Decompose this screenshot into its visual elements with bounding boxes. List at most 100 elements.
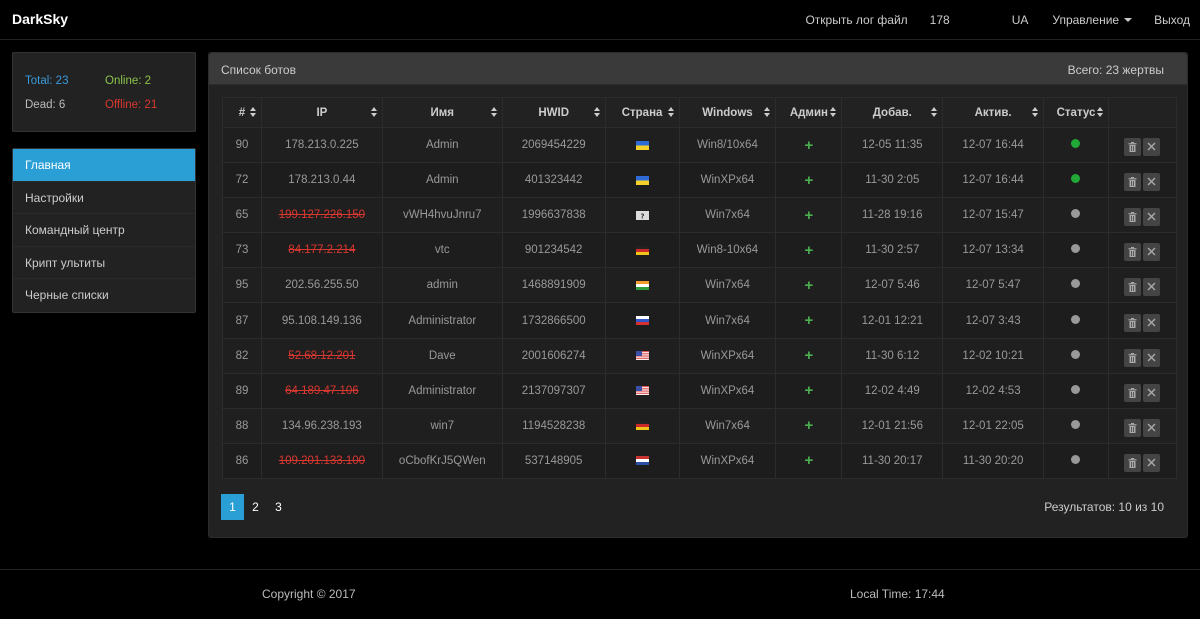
bot-hwid: 2137097307 [501,372,606,409]
sidebar-item-settings[interactable]: Настройки [13,182,195,215]
delete-button[interactable] [1124,208,1142,227]
delete-button[interactable] [1124,383,1142,402]
bot-id: 73 [222,232,262,269]
delete-button[interactable] [1124,173,1142,192]
remove-button[interactable] [1143,138,1161,157]
bot-actions [1107,302,1178,339]
table-row[interactable]: 95 202.56.255.50 admin 1468891909 Win7x64 +12… [222,267,1178,304]
column-header[interactable]: Актив. [942,97,1045,128]
bot-windows: WinXPx64 [678,372,777,409]
bot-actions [1107,162,1178,199]
logout-link[interactable]: Выход [1154,13,1190,27]
delete-button[interactable] [1124,138,1142,157]
bot-hwid: 901234542 [501,232,606,269]
sidebar-item-crypt-utilities[interactable]: Крипт ультиты [13,247,195,280]
bot-actions [1107,372,1178,409]
page-3-button[interactable]: 3 [267,494,290,520]
delete-button[interactable] [1124,313,1142,332]
column-header[interactable]: HWID [501,97,606,128]
remove-button[interactable] [1143,348,1161,367]
column-header-label: Имя [430,106,455,119]
column-header[interactable]: Статус [1043,97,1109,128]
column-header[interactable]: Windows [678,97,777,128]
remove-button[interactable] [1143,313,1161,332]
bot-status [1043,162,1109,199]
column-header-label: # [238,106,246,119]
status-offline-icon [1071,384,1081,394]
bot-active: 11-30 20:20 [942,442,1045,479]
brand-logo[interactable]: DarkSky [12,11,68,27]
remove-button[interactable] [1143,173,1161,192]
bot-actions [1107,267,1178,304]
close-icon [1147,142,1156,151]
bot-id: 88 [222,407,262,444]
status-offline-icon [1071,279,1081,289]
manage-dropdown[interactable]: Управление [1052,13,1133,27]
bot-added: 11-30 6:12 [841,337,944,374]
delete-button[interactable] [1124,348,1142,367]
stat-offline: Offline: 21 [105,99,158,111]
remove-button[interactable] [1143,278,1161,297]
bot-hwid: 537148905 [501,442,606,479]
remove-button[interactable] [1143,418,1161,437]
table-row[interactable]: 90 178.213.0.225 Admin 2069454229 Win8/10x64… [222,126,1178,164]
bot-admin: + [775,267,843,304]
bot-hwid: 2001606274 [501,337,606,374]
bot-country [604,442,680,479]
table-row[interactable]: 87 95.108.149.136 Administrator 1732866500 W… [222,302,1178,339]
flag-de-icon [635,421,649,431]
remove-button[interactable] [1143,383,1161,402]
remove-button[interactable] [1143,208,1161,227]
table-row[interactable]: 86 109.201.133.100 oCbofKrJ5QWen 537148905 W… [222,442,1178,479]
delete-button[interactable] [1124,418,1142,437]
manage-label: Управление [1052,13,1120,27]
close-icon [1147,353,1156,362]
table-row[interactable]: 65 199.127.226.150 vWH4hvuJnru7 1996637838?… [222,197,1178,234]
bot-name: Admin [381,126,503,164]
trash-icon [1128,352,1137,363]
delete-button[interactable] [1124,243,1142,262]
status-online-icon [1071,174,1081,184]
bot-country [604,337,680,374]
remove-button[interactable] [1143,243,1161,262]
delete-button[interactable] [1124,278,1142,297]
delete-button[interactable] [1124,453,1142,472]
bot-active: 12-07 16:44 [942,162,1045,199]
bot-admin: + [775,442,843,479]
column-header[interactable]: Админ [775,97,843,128]
close-icon [1147,247,1156,256]
bots-panel: Список ботов Всего: 23 жертвы # IP Имя HWID… [208,52,1188,538]
bot-name: Dave [381,337,503,374]
column-header[interactable]: # [222,97,262,128]
bot-windows: Win7x64 [678,407,777,444]
table-row[interactable]: 82 52.68.12.201 Dave 2001606274 WinXPx64 +11-… [222,337,1178,374]
page-1-button[interactable]: 1 [221,494,244,520]
svg-text:?: ? [640,212,644,220]
trash-icon [1128,457,1137,468]
nav-country: UA [1011,13,1029,27]
bot-windows: WinXPx64 [678,337,777,374]
column-header-label: Windows [702,106,753,119]
column-header[interactable]: Страна [604,97,680,128]
column-header[interactable]: Имя [381,97,503,128]
sort-icon [370,107,377,119]
bot-added: 11-30 20:17 [841,442,944,479]
bot-windows: WinXPx64 [678,162,777,199]
trash-icon [1128,317,1137,328]
table-row[interactable]: 88 134.96.238.193 win7 1194528238 Win7x64 +12… [222,407,1178,444]
sort-icon [830,107,837,119]
table-row[interactable]: 72 178.213.0.44 Admin 401323442 WinXPx64 +11-… [222,162,1178,199]
bot-active: 12-07 5:47 [942,267,1045,304]
page-2-button[interactable]: 2 [244,494,267,520]
remove-button[interactable] [1143,453,1161,472]
close-icon [1147,177,1156,186]
table-row[interactable]: 73 84.177.2.214 vtc 901234542 Win8-10x64 +11-… [222,232,1178,269]
open-log-link[interactable]: Открыть лог файл [805,13,907,27]
sidebar-item-command-center[interactable]: Командный центр [13,214,195,247]
bot-ip: 95.108.149.136 [260,302,383,339]
sidebar-item-blacklists[interactable]: Черные списки [13,279,195,312]
column-header[interactable]: IP [260,97,383,128]
sidebar-item-home[interactable]: Главная [13,149,195,182]
table-row[interactable]: 89 64.189.47.106 Administrator 2137097307 Wi… [222,372,1178,409]
column-header[interactable]: Добав. [841,97,944,128]
